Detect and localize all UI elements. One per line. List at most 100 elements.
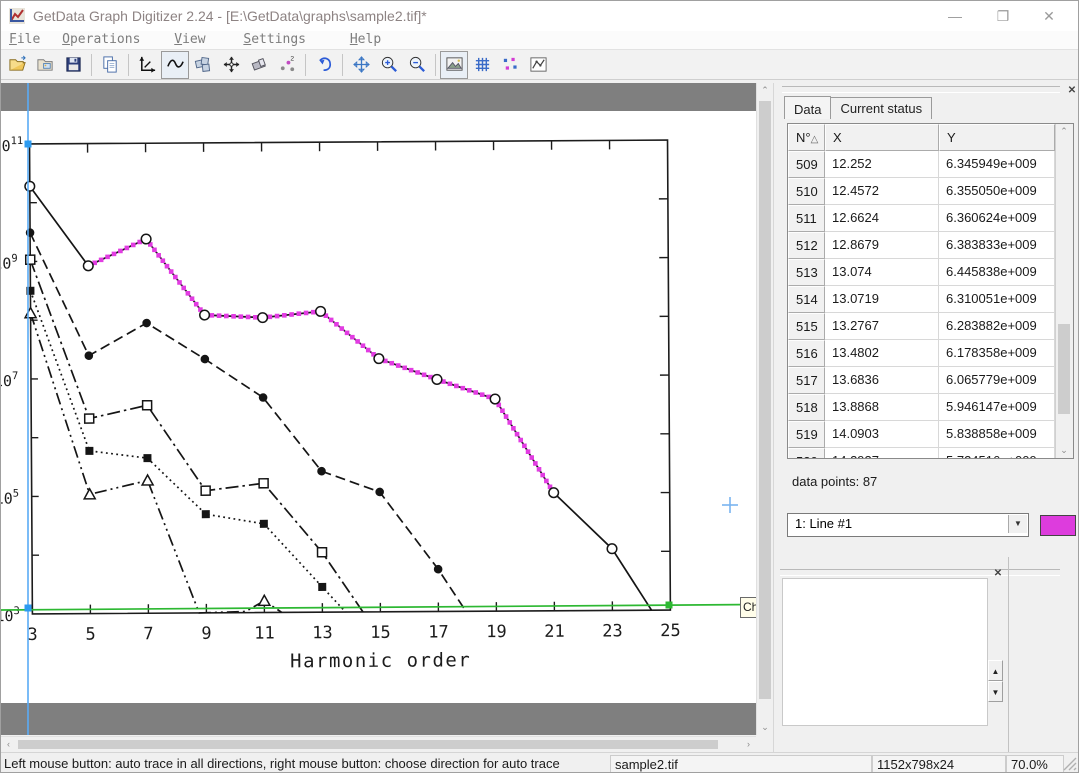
menu-help[interactable]: Help <box>344 31 387 49</box>
y-axis-handle-bottom[interactable] <box>25 605 32 612</box>
scroll-up-icon[interactable]: ⌃ <box>757 83 773 98</box>
value-cell[interactable]: 13.8868 <box>825 394 939 421</box>
column-header[interactable]: X <box>825 124 939 151</box>
menu-settings[interactable]: Settings <box>237 31 312 49</box>
title-bar[interactable]: GetData Graph Digitizer 2.24 - [E:\GetDa… <box>1 1 1078 31</box>
x-tick-label: 19 <box>486 622 507 642</box>
marker-open-circle <box>490 394 500 404</box>
show-lines-button[interactable] <box>524 51 552 79</box>
value-cell[interactable]: 5.724516e+009 <box>939 448 1055 459</box>
row-number-cell[interactable]: 509 <box>788 151 825 178</box>
menu-view[interactable]: View <box>168 31 211 49</box>
value-cell[interactable]: 13.2767 <box>825 313 939 340</box>
line-selector[interactable]: 1: Line #1 ▼ <box>787 513 1029 537</box>
eraser-button[interactable] <box>245 51 273 79</box>
data-table[interactable]: N°△XY50912.2526.345949e+00951012.45726.3… <box>787 123 1074 459</box>
table-scroll-down-icon[interactable]: ⌄ <box>1056 443 1072 458</box>
horizontal-scrollbar[interactable]: ‹ › <box>1 736 756 752</box>
pane-close-icon[interactable]: ✕ <box>1066 85 1078 97</box>
value-cell[interactable]: 6.065779e+009 <box>939 367 1055 394</box>
row-number-cell[interactable]: 520 <box>788 448 825 459</box>
row-number-cell[interactable]: 512 <box>788 232 825 259</box>
auto-trace-lines-button[interactable] <box>161 51 189 79</box>
column-header[interactable]: N°△ <box>788 124 825 151</box>
row-number-cell[interactable]: 510 <box>788 178 825 205</box>
zoom-out-button[interactable] <box>403 51 431 79</box>
minimize-button[interactable]: — <box>932 1 978 31</box>
value-cell[interactable]: 6.383833e+009 <box>939 232 1055 259</box>
lower-pane-grip[interactable] <box>780 569 1060 576</box>
lower-pane-close-icon[interactable]: ✕ <box>992 568 1004 580</box>
show-grid-button[interactable] <box>468 51 496 79</box>
resize-grip-icon[interactable] <box>1063 757 1077 771</box>
row-number-cell[interactable]: 519 <box>788 421 825 448</box>
close-button[interactable]: ✕ <box>1026 1 1072 31</box>
reorder-points-button[interactable]: 2 <box>273 51 301 79</box>
value-cell[interactable]: 13.4802 <box>825 340 939 367</box>
spin-down-icon[interactable]: ▼ <box>988 681 1003 702</box>
value-cell[interactable]: 5.838858e+009 <box>939 421 1055 448</box>
menu-file[interactable]: File <box>3 31 46 49</box>
spin-up-icon[interactable]: ▲ <box>988 660 1003 681</box>
value-cell[interactable]: 13.6836 <box>825 367 939 394</box>
value-cell[interactable]: 14.0903 <box>825 421 939 448</box>
value-cell[interactable]: 6.345949e+009 <box>939 151 1055 178</box>
vertical-scroll-thumb[interactable] <box>759 101 771 699</box>
auto-trace-grid-button[interactable] <box>189 51 217 79</box>
row-number-cell[interactable]: 513 <box>788 259 825 286</box>
value-cell[interactable]: 6.310051e+009 <box>939 286 1055 313</box>
value-cell[interactable]: 12.4572 <box>825 178 939 205</box>
scroll-down-icon[interactable]: ⌄ <box>757 720 773 735</box>
maximize-button[interactable]: ❐ <box>980 1 1026 31</box>
tab-current-status[interactable]: Current status <box>831 97 932 119</box>
value-cell[interactable]: 6.178358e+009 <box>939 340 1055 367</box>
chevron-down-icon[interactable]: ▼ <box>1008 515 1027 533</box>
value-cell[interactable]: 6.355050e+009 <box>939 178 1055 205</box>
value-cell[interactable]: 6.283882e+009 <box>939 313 1055 340</box>
table-scroll-thumb[interactable] <box>1058 324 1070 414</box>
tab-data[interactable]: Data <box>784 96 831 119</box>
x-axis-handle[interactable] <box>666 602 673 609</box>
trace-point <box>156 253 161 258</box>
line-color-swatch[interactable] <box>1040 515 1076 536</box>
graph-canvas[interactable]: 357911131517192123251011109107105103Harm… <box>1 83 756 735</box>
zoom-in-button[interactable] <box>375 51 403 79</box>
table-scrollbar[interactable]: ⌃⌄ <box>1055 124 1073 458</box>
horizontal-scroll-thumb[interactable] <box>18 740 718 749</box>
row-number-cell[interactable]: 511 <box>788 205 825 232</box>
open-project-button[interactable] <box>3 51 31 79</box>
row-number-cell[interactable]: 515 <box>788 313 825 340</box>
value-cell[interactable]: 13.0719 <box>825 286 939 313</box>
value-cell[interactable]: 12.252 <box>825 151 939 178</box>
undo-button[interactable] <box>310 51 338 79</box>
open-image-button[interactable] <box>31 51 59 79</box>
pan-button[interactable] <box>347 51 375 79</box>
table-scroll-up-icon[interactable]: ⌃ <box>1056 124 1072 139</box>
value-cell[interactable]: 5.946147e+009 <box>939 394 1055 421</box>
value-cell[interactable]: 6.360624e+009 <box>939 205 1055 232</box>
show-points-button[interactable] <box>496 51 524 79</box>
lower-pane-list[interactable] <box>782 578 988 726</box>
row-number-cell[interactable]: 516 <box>788 340 825 367</box>
copy-button[interactable] <box>96 51 124 79</box>
value-cell[interactable]: 14.2937 <box>825 448 939 459</box>
save-button[interactable] <box>59 51 87 79</box>
value-cell[interactable]: 12.8679 <box>825 232 939 259</box>
row-number-cell[interactable]: 518 <box>788 394 825 421</box>
scroll-left-icon[interactable]: ‹ <box>1 737 16 752</box>
value-cell[interactable]: 13.074 <box>825 259 939 286</box>
scroll-right-icon[interactable]: › <box>741 737 756 752</box>
value-cell[interactable]: 6.445838e+009 <box>939 259 1055 286</box>
y-axis-handle-top[interactable] <box>25 141 32 148</box>
move-point-button[interactable] <box>217 51 245 79</box>
row-number-cell[interactable]: 517 <box>788 367 825 394</box>
row-number-cell[interactable]: 514 <box>788 286 825 313</box>
value-cell[interactable]: 12.6624 <box>825 205 939 232</box>
x-axis-overlay-line[interactable] <box>1 605 756 611</box>
menu-operations[interactable]: Operations <box>56 31 146 49</box>
pane-grip[interactable] <box>782 86 1060 93</box>
set-scale-axes-button[interactable] <box>133 51 161 79</box>
vertical-scrollbar[interactable]: ⌃ ⌄ <box>756 83 773 735</box>
column-header[interactable]: Y <box>939 124 1055 151</box>
show-image-button[interactable] <box>440 51 468 79</box>
